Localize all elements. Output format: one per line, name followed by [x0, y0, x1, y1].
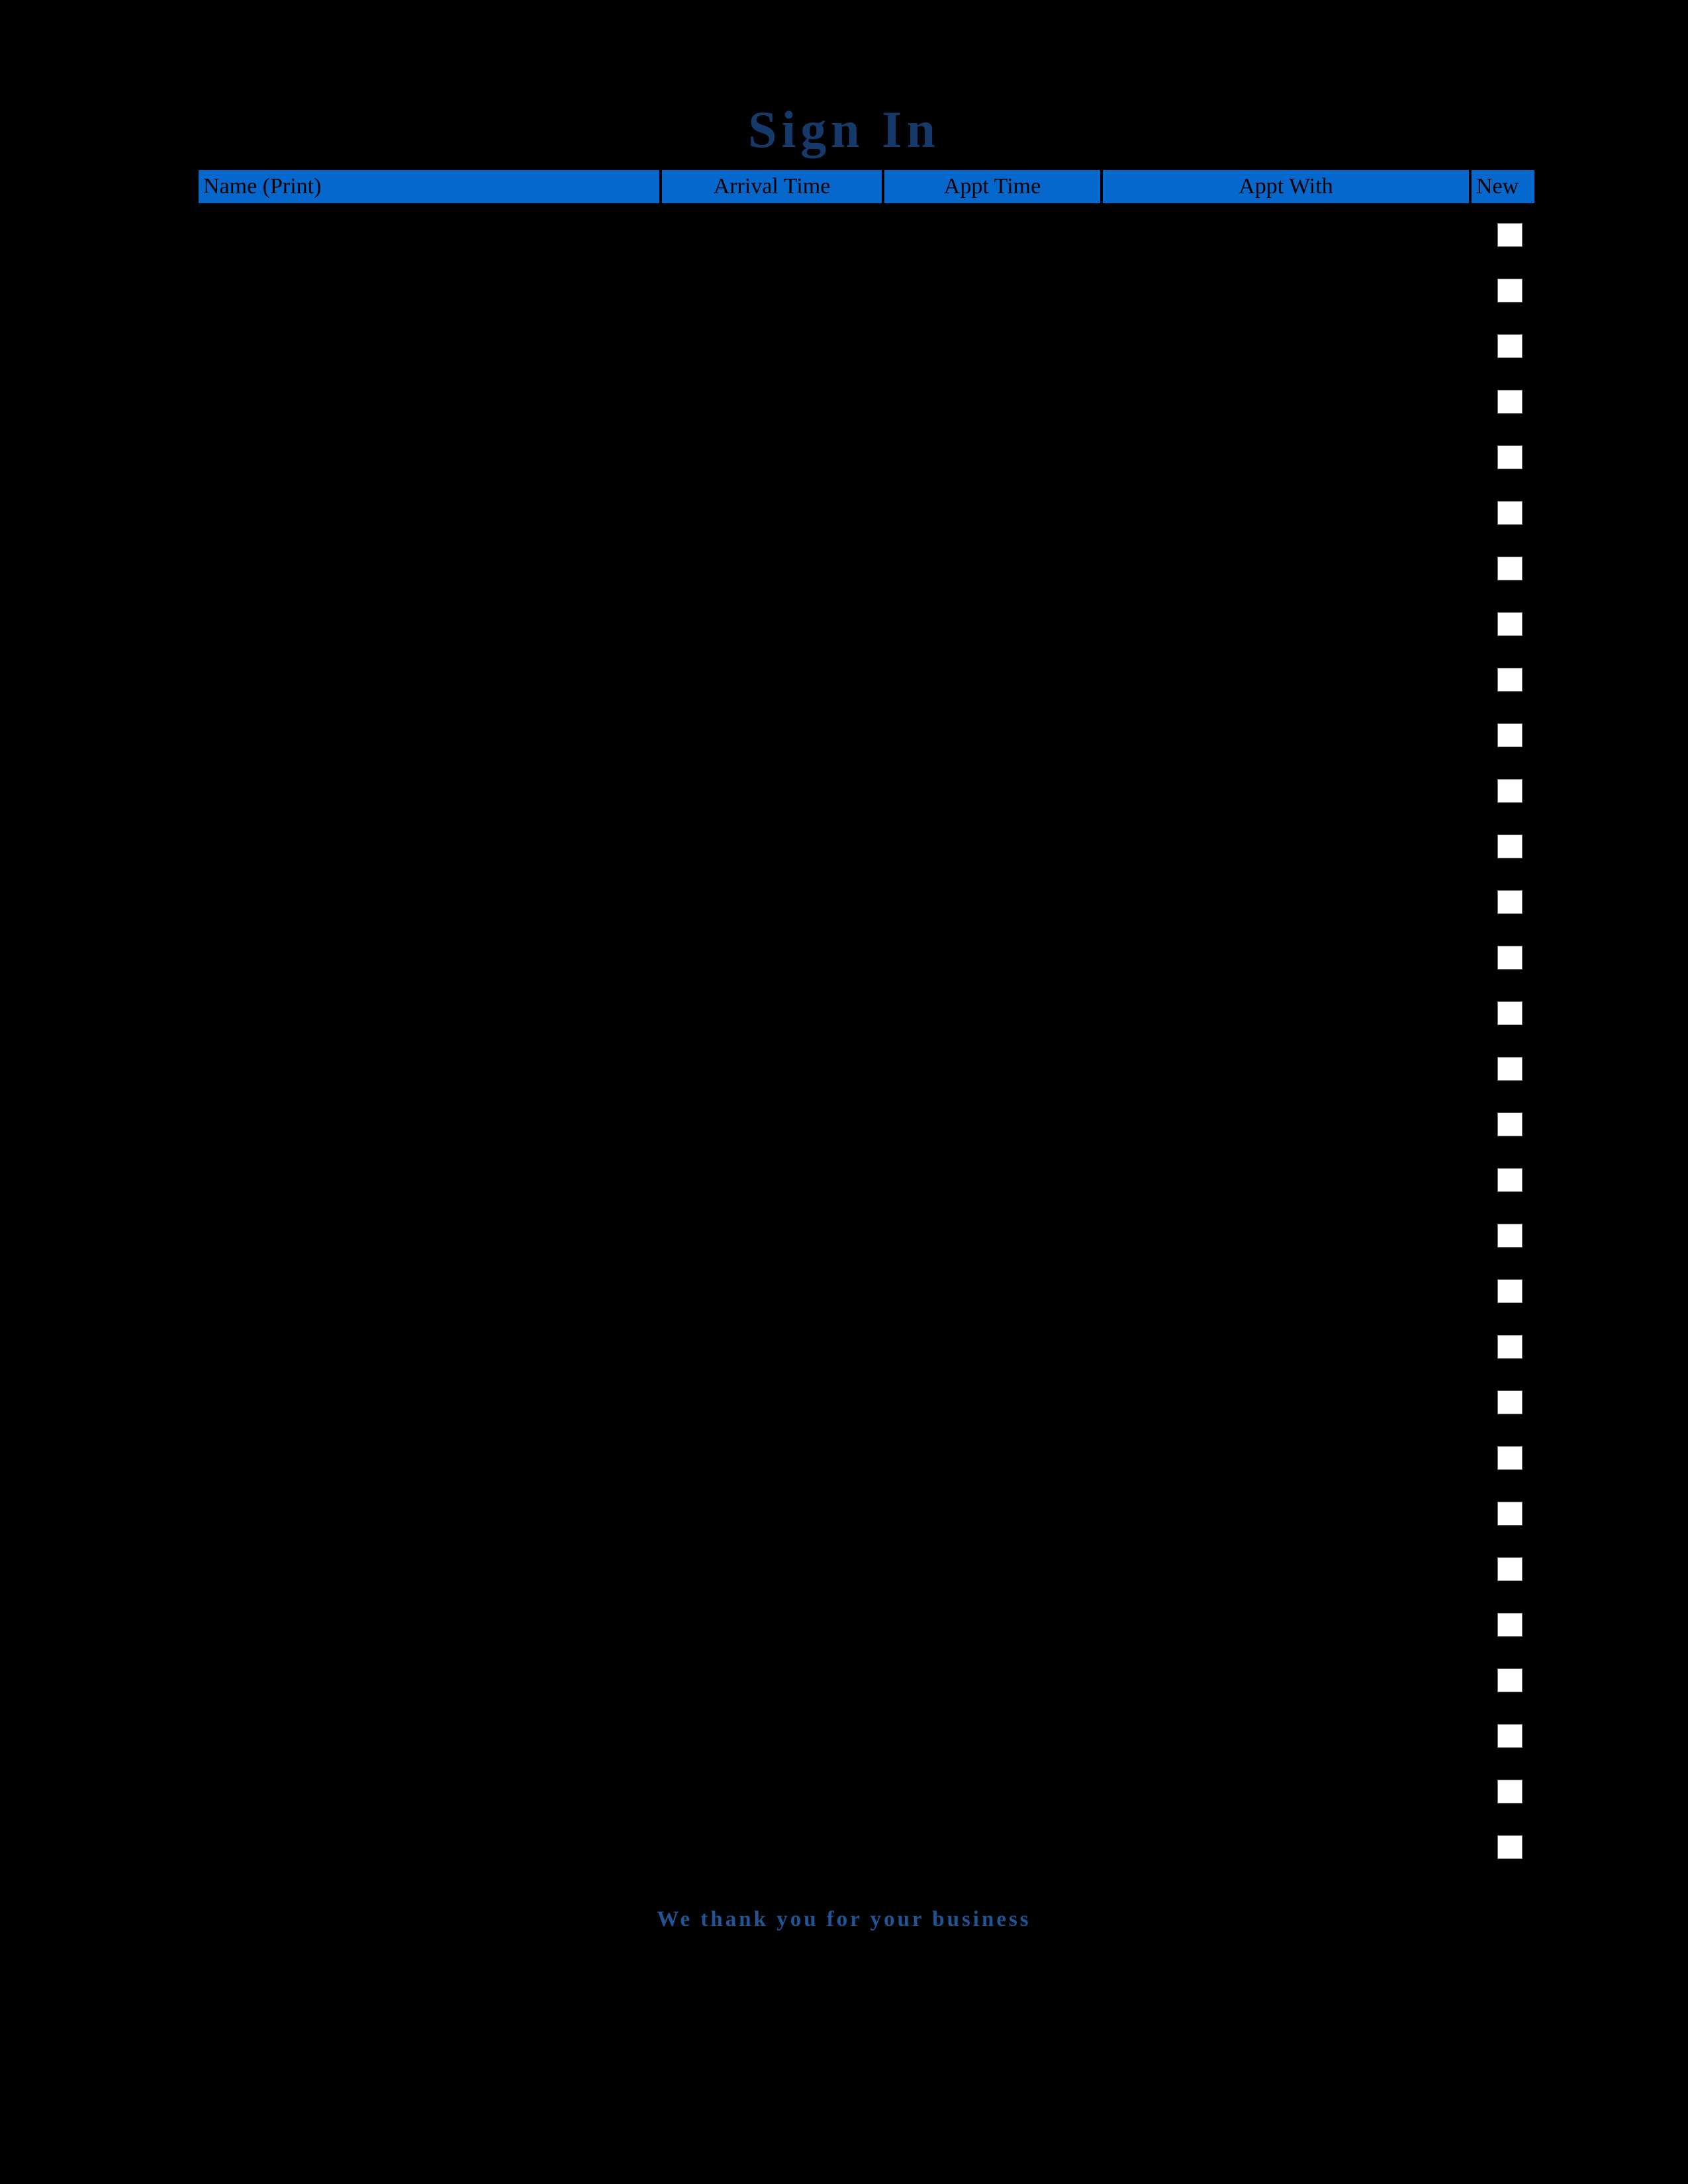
sign-in-sheet: Sign In Name (Print) Arrival Time Appt T… [0, 0, 1688, 2184]
new-patient-checkbox[interactable] [1497, 1446, 1523, 1470]
table-row [1497, 1502, 1525, 1557]
footer-message: We thank you for your business [657, 1907, 1031, 1931]
column-header-appt-time: Appt Time [884, 170, 1103, 203]
page-title: Sign In [748, 101, 940, 158]
new-patient-checkbox[interactable] [1497, 334, 1523, 358]
new-patient-checkbox[interactable] [1497, 1224, 1523, 1248]
table-row [1497, 279, 1525, 334]
table-row [1497, 890, 1525, 946]
column-header-arrival-time: Arrival Time [662, 170, 884, 203]
new-patient-checkbox[interactable] [1497, 723, 1523, 747]
new-patient-checkbox[interactable] [1497, 1279, 1523, 1303]
new-patient-checkbox[interactable] [1497, 279, 1523, 302]
new-patient-checkbox[interactable] [1497, 1502, 1523, 1525]
table-row [1497, 1668, 1525, 1724]
table-header-row: Name (Print) Arrival Time Appt Time Appt… [199, 170, 1534, 203]
table-row [1497, 835, 1525, 890]
new-patient-checkbox[interactable] [1497, 1557, 1523, 1581]
new-patient-checkbox[interactable] [1497, 946, 1523, 970]
table-row [1497, 1613, 1525, 1668]
table-row [1497, 1168, 1525, 1224]
new-patient-checkbox[interactable] [1497, 1613, 1523, 1637]
table-row [1497, 668, 1525, 723]
table-row [1497, 1557, 1525, 1613]
table-row [1497, 334, 1525, 390]
column-header-appt-with: Appt With [1103, 170, 1472, 203]
new-patient-checkbox[interactable] [1497, 890, 1523, 914]
new-patient-checkbox[interactable] [1497, 1835, 1523, 1859]
table-row [1497, 223, 1525, 279]
new-patient-checkbox[interactable] [1497, 445, 1523, 469]
column-header-name: Name (Print) [199, 170, 662, 203]
new-patient-checkbox[interactable] [1497, 779, 1523, 803]
new-patient-checkbox[interactable] [1497, 1668, 1523, 1692]
table-row [1497, 1113, 1525, 1168]
column-header-new: New [1472, 170, 1534, 203]
new-patient-checkbox[interactable] [1497, 835, 1523, 858]
new-patient-checkbox-column [1497, 223, 1525, 1891]
table-row [1497, 390, 1525, 445]
table-row [1497, 1335, 1525, 1390]
table-row [1497, 445, 1525, 501]
table-row [1497, 779, 1525, 835]
table-row [1497, 1057, 1525, 1113]
new-patient-checkbox[interactable] [1497, 612, 1523, 636]
table-row [1497, 1390, 1525, 1446]
new-patient-checkbox[interactable] [1497, 668, 1523, 692]
new-patient-checkbox[interactable] [1497, 223, 1523, 247]
new-patient-checkbox[interactable] [1497, 1390, 1523, 1414]
table-row [1497, 1724, 1525, 1780]
table-row [1497, 1835, 1525, 1891]
new-patient-checkbox[interactable] [1497, 1001, 1523, 1025]
new-patient-checkbox[interactable] [1497, 1780, 1523, 1803]
table-row [1497, 1001, 1525, 1057]
table-row [1497, 557, 1525, 612]
new-patient-checkbox[interactable] [1497, 557, 1523, 580]
new-patient-checkbox[interactable] [1497, 1113, 1523, 1136]
new-patient-checkbox[interactable] [1497, 1724, 1523, 1748]
table-row [1497, 723, 1525, 779]
new-patient-checkbox[interactable] [1497, 390, 1523, 414]
new-patient-checkbox[interactable] [1497, 1168, 1523, 1192]
table-row [1497, 946, 1525, 1001]
new-patient-checkbox[interactable] [1497, 1057, 1523, 1081]
new-patient-checkbox[interactable] [1497, 1335, 1523, 1359]
new-patient-checkbox[interactable] [1497, 501, 1523, 525]
table-row [1497, 612, 1525, 668]
table-row [1497, 1780, 1525, 1835]
table-row [1497, 1279, 1525, 1335]
table-row [1497, 1446, 1525, 1502]
table-row [1497, 501, 1525, 557]
table-row [1497, 1224, 1525, 1279]
